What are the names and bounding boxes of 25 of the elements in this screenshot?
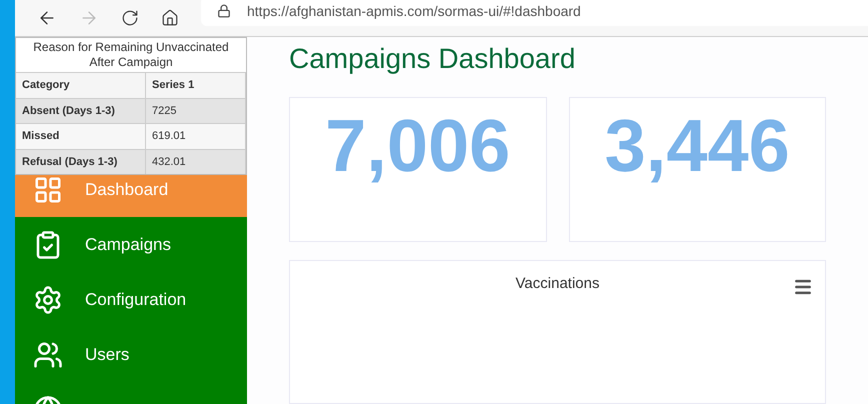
sidebar-item[interactable]: Campaigns — [15, 217, 247, 272]
stat-number: 3,446 — [604, 106, 790, 186]
table-cell: 619.01 — [146, 123, 246, 148]
chart-title: Vaccinations — [516, 274, 600, 294]
column-header: Category — [16, 72, 146, 98]
address-bar[interactable]: https://afghanistan-apmis.com/sormas-ui/#!dashboard — [201, 0, 868, 26]
home-icon[interactable] — [161, 9, 179, 27]
table-cell: 7225 — [146, 98, 246, 123]
sidebar-item[interactable]: Users — [15, 327, 247, 382]
table-title: Reason for Remaining Unvaccinated After Campaign — [32, 39, 230, 71]
table-cell: Missed — [16, 123, 146, 148]
column-header: Series 1 — [146, 72, 246, 98]
table-cell: Absent (Days 1-3) — [16, 98, 146, 123]
page-title: Campaigns Dashboard — [289, 42, 576, 76]
menu-icon[interactable] — [793, 277, 813, 297]
url-text: https://afghanistan-apmis.com/sormas-ui/#!dashboard — [247, 2, 581, 21]
grid-icon — [33, 174, 63, 204]
stat-number: 7,006 — [325, 106, 510, 186]
reload-icon[interactable] — [121, 9, 139, 27]
lock-icon — [217, 4, 231, 18]
table-cell: Refusal (Days 1-3) — [16, 148, 146, 174]
users-icon — [33, 340, 63, 370]
gear-icon — [33, 284, 63, 314]
sidebar-item[interactable]: Configuration — [15, 272, 247, 327]
table-cell: 432.01 — [146, 148, 246, 174]
